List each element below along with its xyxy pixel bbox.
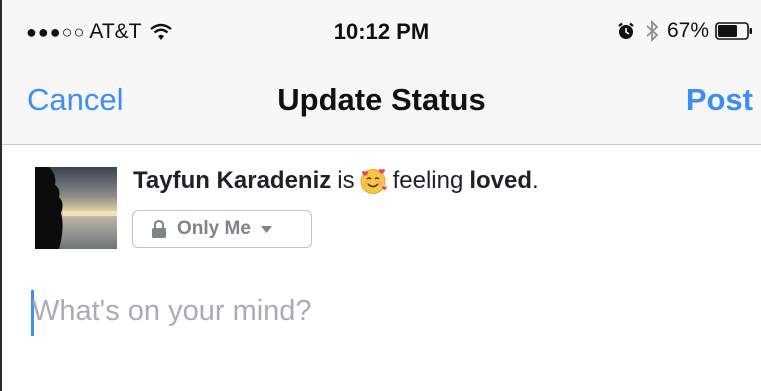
battery-icon bbox=[715, 22, 752, 40]
avatar[interactable] bbox=[35, 167, 117, 249]
lock-icon bbox=[152, 220, 166, 238]
navigation-bar: Cancel Update Status Post bbox=[2, 64, 761, 145]
battery-percent: 67% bbox=[666, 19, 709, 42]
status-composer: Tayfun Karadeniz is feeling loved . Only… bbox=[2, 145, 761, 391]
page-title: Update Status bbox=[277, 82, 486, 117]
alarm-icon bbox=[618, 22, 634, 39]
status-input[interactable]: What's on your mind? bbox=[32, 295, 312, 328]
avatar-photo bbox=[35, 167, 117, 249]
chevron-down-icon bbox=[260, 225, 272, 233]
privacy-selector[interactable]: Only Me bbox=[132, 210, 312, 248]
feeling-value[interactable]: loved bbox=[469, 167, 532, 195]
status-right: 67% bbox=[617, 19, 753, 43]
smiling-face-with-hearts-icon bbox=[360, 169, 387, 194]
bluetooth-icon bbox=[646, 20, 659, 42]
privacy-label: Only Me bbox=[177, 218, 251, 239]
post-headline: Tayfun Karadeniz is feeling loved . bbox=[133, 167, 539, 195]
post-button[interactable]: Post bbox=[686, 82, 753, 118]
feeling-text: feeling bbox=[392, 167, 464, 194]
author-name[interactable]: Tayfun Karadeniz bbox=[133, 167, 331, 195]
status-bar: ●●●○○ AT&T 10:12 PM 67% bbox=[2, 0, 761, 64]
headline-period: . bbox=[532, 167, 539, 194]
is-text: is bbox=[337, 167, 355, 194]
